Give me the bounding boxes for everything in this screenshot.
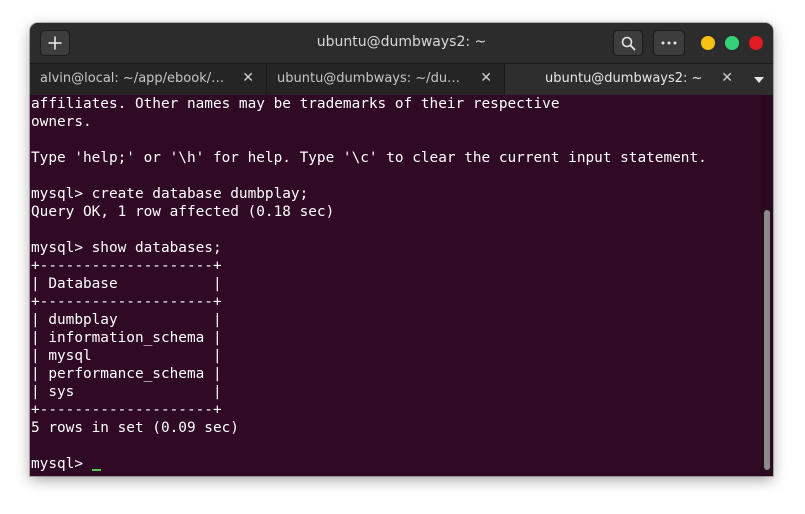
tab-bar: alvin@local: ~/app/ebook/… ✕ ubuntu@dumb… (30, 63, 773, 95)
tabs-menu-button[interactable] (745, 64, 773, 95)
terminal-line: | dumbplay | (31, 312, 222, 328)
scrollbar-thumb[interactable] (764, 210, 770, 470)
close-tab-icon[interactable]: ✕ (721, 70, 733, 86)
search-icon (621, 36, 635, 50)
terminal-line: +--------------------+ (31, 402, 222, 418)
terminal-line: | Database | (31, 276, 222, 292)
tab-label: ubuntu@dumbways2: ~ (545, 71, 703, 86)
terminal-line: +--------------------+ (31, 258, 222, 274)
terminal-line: Type 'help;' or '\h' for help. Type '\c'… (31, 150, 707, 166)
terminal-line: mysql> create database dumbplay; (31, 186, 309, 202)
minimize-button[interactable] (701, 36, 715, 50)
terminal-line: | information_schema | (31, 330, 222, 346)
close-tab-icon[interactable]: ✕ (242, 70, 254, 86)
menu-button[interactable] (653, 30, 685, 56)
maximize-button[interactable] (725, 36, 739, 50)
prompt-text: mysql> (31, 456, 92, 472)
terminal-line: | mysql | (31, 348, 222, 364)
terminal-line: | performance_schema | (31, 366, 222, 382)
chevron-down-icon (754, 76, 764, 83)
close-tab-icon[interactable]: ✕ (480, 70, 492, 86)
tab-ubuntu-dumbways2-active[interactable]: ubuntu@dumbways2: ~ ✕ (505, 64, 745, 95)
terminal-output[interactable]: affiliates. Other names may be trademark… (30, 95, 760, 476)
tab-label: alvin@local: ~/app/ebook/… (40, 71, 225, 86)
terminal-line: mysql> show databases; (31, 240, 222, 256)
tab-ubuntu-dumbways[interactable]: ubuntu@dumbways: ~/du… ✕ (267, 64, 505, 95)
tab-alvin-local[interactable]: alvin@local: ~/app/ebook/… ✕ (30, 64, 267, 95)
cursor (91, 469, 101, 471)
terminal-line: affiliates. Other names may be trademark… (31, 96, 560, 112)
terminal-line: Query OK, 1 row affected (0.18 sec) (31, 204, 335, 220)
tab-label: ubuntu@dumbways: ~/du… (277, 71, 461, 86)
search-button[interactable] (613, 30, 643, 56)
close-window-button[interactable] (749, 36, 763, 50)
terminal-line: +--------------------+ (31, 294, 222, 310)
prompt-line[interactable]: mysql> (31, 455, 760, 473)
terminal-window: ubuntu@dumbways2: ~ alvin@local: ~/app/e… (30, 23, 773, 476)
more-icon (661, 41, 677, 45)
terminal-line: owners. (31, 114, 92, 130)
terminal-line: 5 rows in set (0.09 sec) (31, 420, 239, 436)
scrollbar[interactable] (761, 95, 773, 476)
title-bar[interactable]: ubuntu@dumbways2: ~ (30, 23, 773, 63)
terminal-text: affiliates. Other names may be trademark… (30, 95, 760, 473)
terminal-line: | sys | (31, 384, 222, 400)
